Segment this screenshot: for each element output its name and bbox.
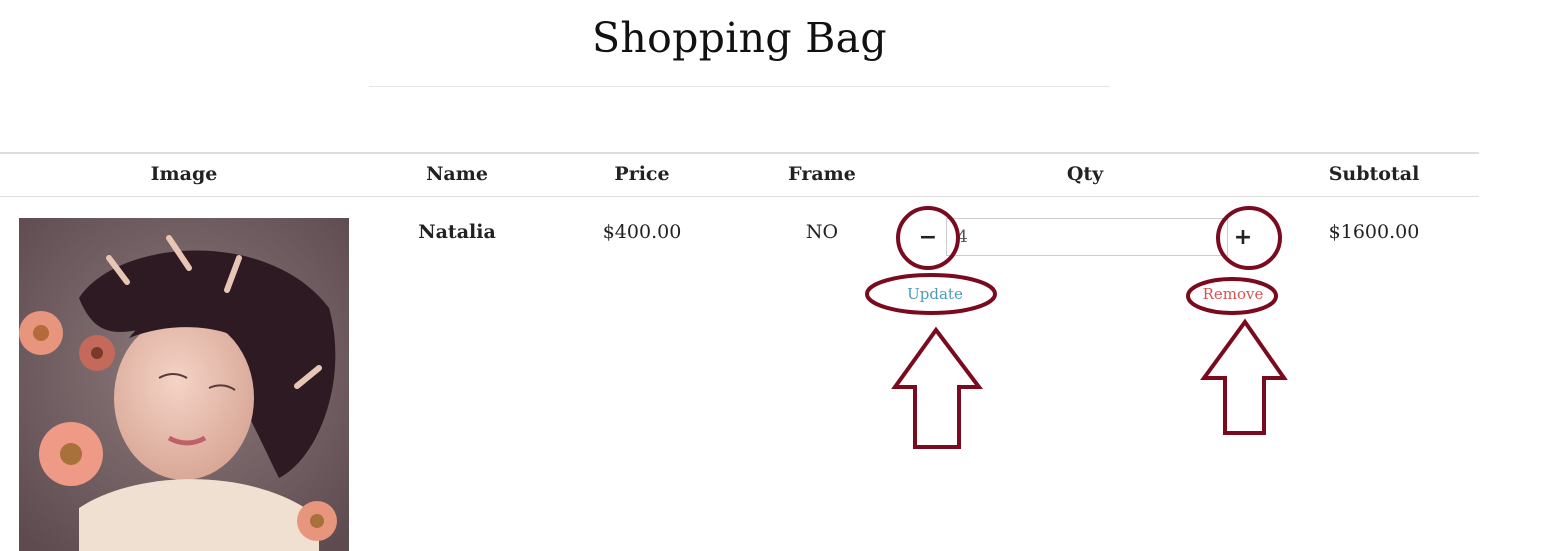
- up-arrow-annotation: [891, 326, 984, 449]
- column-header-name: Name: [426, 163, 488, 185]
- quantity-input[interactable]: [946, 218, 1228, 256]
- plus-icon: +: [1233, 225, 1253, 250]
- column-header-subtotal: Subtotal: [1328, 163, 1420, 185]
- product-frame: NO: [805, 221, 839, 243]
- table-header-bottom-border: [0, 196, 1479, 197]
- column-header-price: Price: [614, 163, 670, 185]
- up-arrow-annotation: [1200, 318, 1288, 435]
- product-price: $400.00: [602, 221, 682, 243]
- column-header-qty: Qty: [1066, 163, 1104, 185]
- table-header-top-border: [0, 152, 1479, 154]
- column-header-frame: Frame: [788, 163, 856, 185]
- product-image[interactable]: [19, 218, 349, 551]
- update-button[interactable]: Update: [907, 285, 963, 303]
- page-title: Shopping Bag: [592, 14, 887, 62]
- title-divider: [369, 86, 1110, 87]
- product-name[interactable]: Natalia: [418, 221, 496, 243]
- minus-icon: −: [918, 225, 938, 250]
- increment-quantity-button[interactable]: +: [1227, 222, 1259, 254]
- remove-button[interactable]: Remove: [1203, 285, 1264, 303]
- column-header-image: Image: [150, 163, 218, 185]
- decrement-quantity-button[interactable]: −: [912, 222, 944, 254]
- product-subtotal: $1600.00: [1328, 221, 1420, 243]
